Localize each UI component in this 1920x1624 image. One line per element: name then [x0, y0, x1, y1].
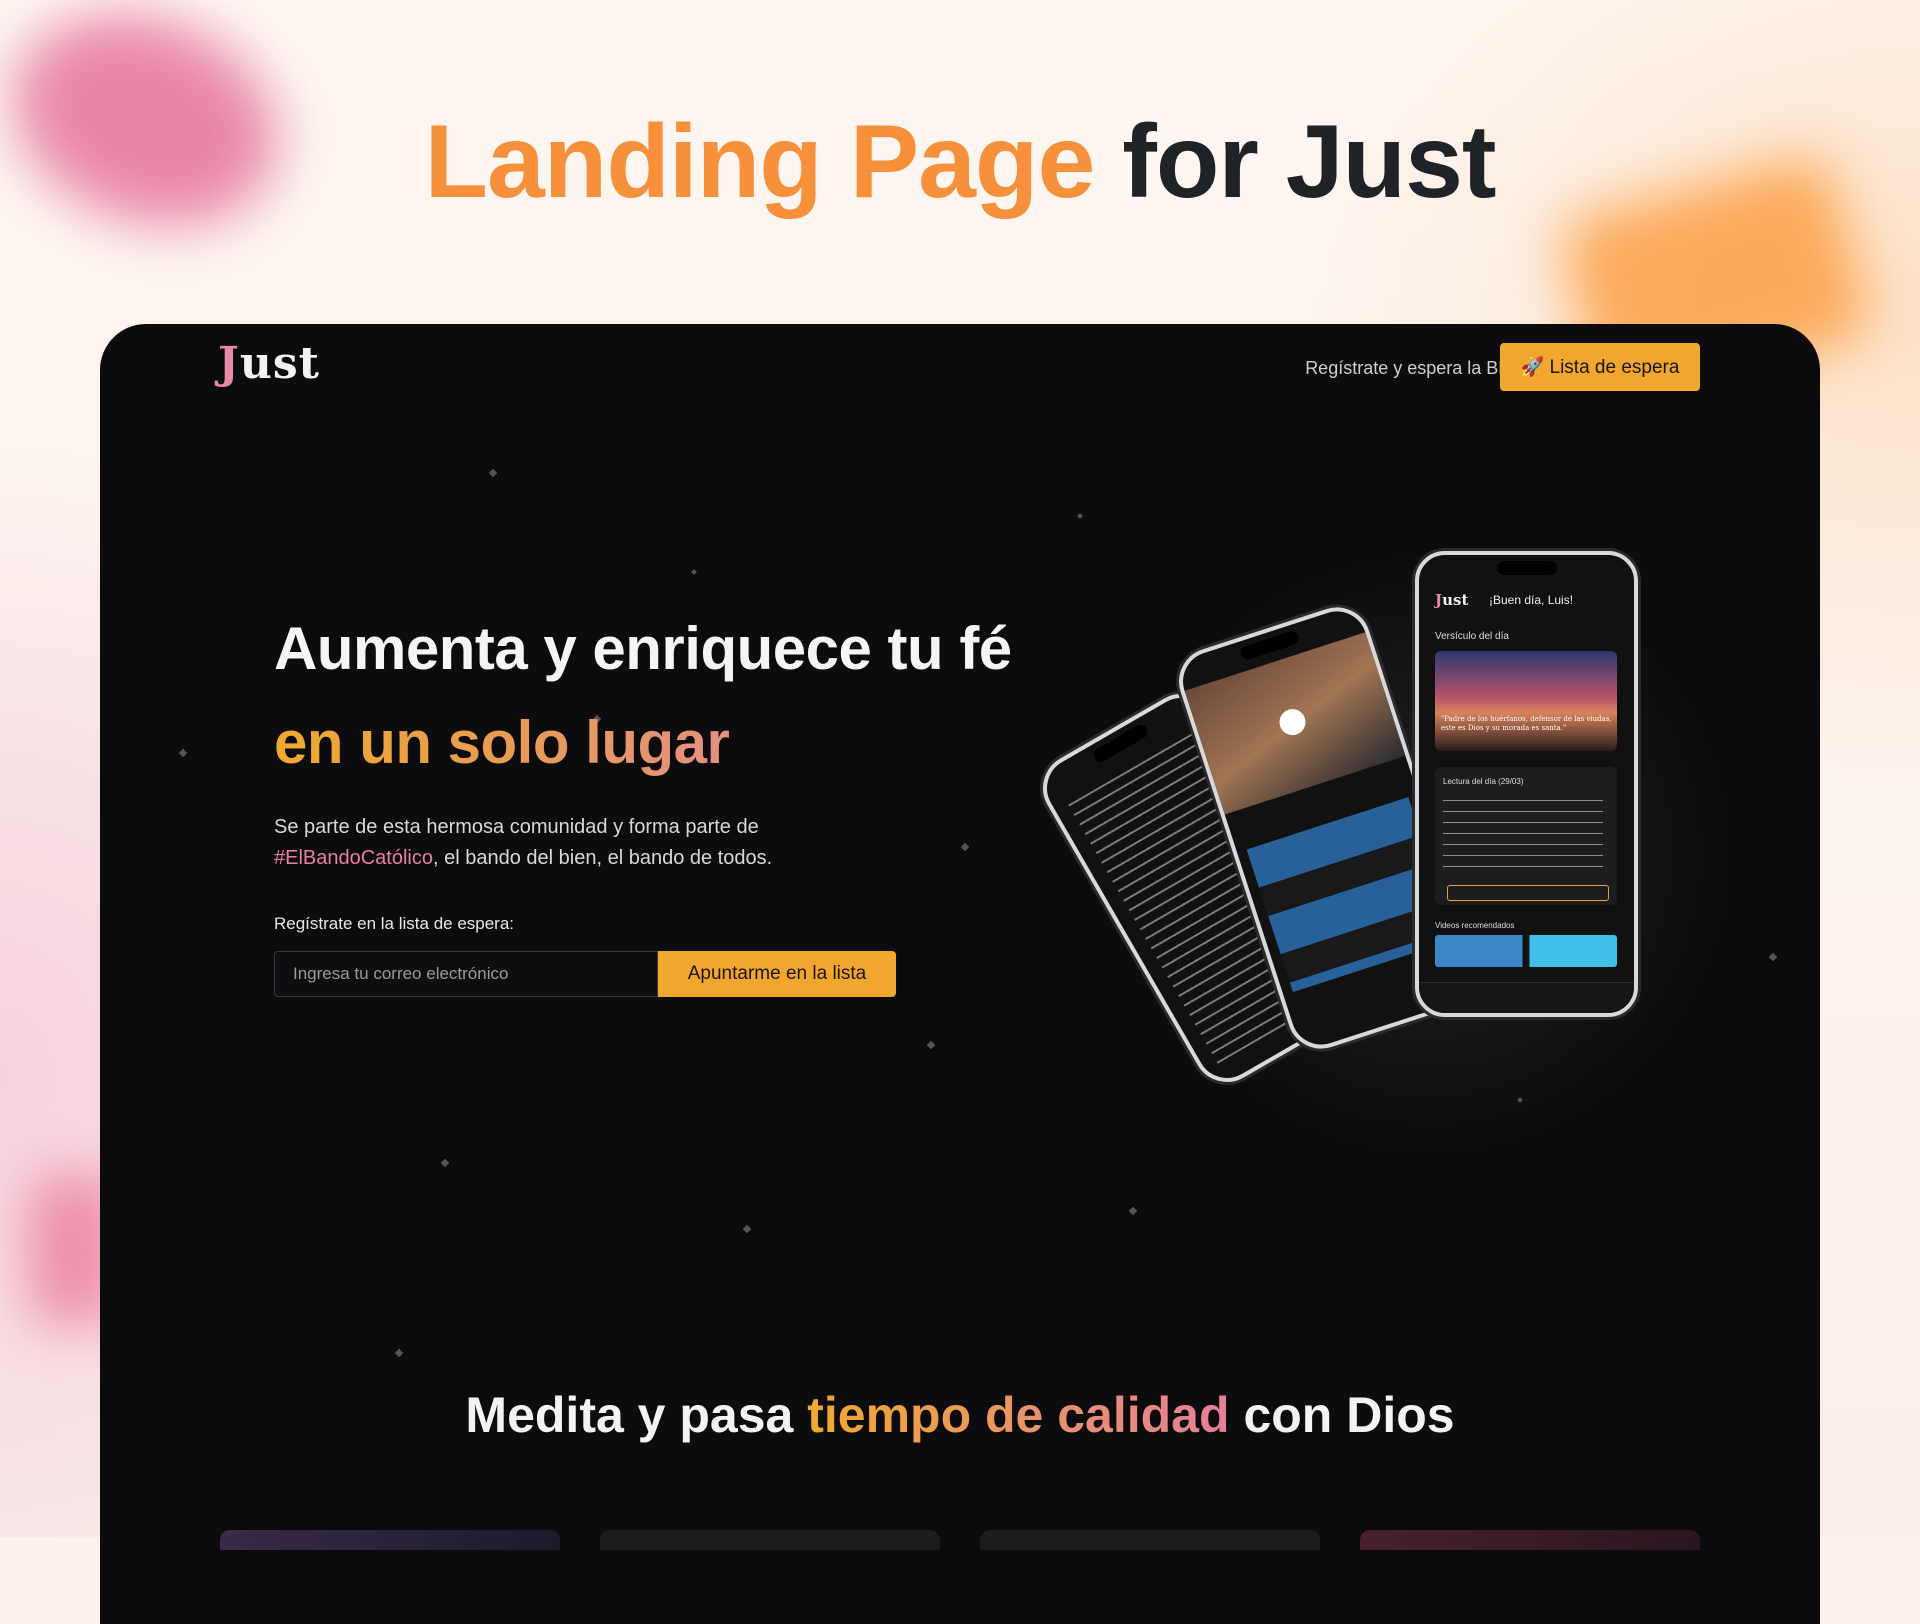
star-decoration	[742, 1224, 752, 1234]
star-decoration	[440, 1158, 450, 1168]
feature-card	[1360, 1530, 1700, 1550]
section-title: Medita y pasa tiempo de calidad con Dios	[100, 1386, 1820, 1444]
hero-description: Se parte de esta hermosa comunidad y for…	[274, 812, 914, 874]
verse-image	[1435, 651, 1617, 751]
section-title-part2: con Dios	[1229, 1387, 1455, 1443]
logo-rest: ust	[239, 338, 320, 389]
app-logo: Just	[1435, 591, 1469, 609]
hero-description-part1: Se parte de esta hermosa comunidad y for…	[274, 816, 759, 838]
feature-card	[220, 1530, 560, 1550]
feature-card	[600, 1530, 940, 1550]
star-decoration	[394, 1348, 404, 1358]
page-heading-rest: for Just	[1122, 104, 1496, 220]
star-decoration	[178, 748, 188, 758]
star-decoration	[691, 569, 697, 575]
star-decoration	[926, 1040, 936, 1050]
app-greeting: ¡Buen día, Luis!	[1489, 593, 1574, 607]
page-heading: Landing Page for Just	[0, 105, 1920, 219]
app-tab-bar	[1419, 982, 1634, 1013]
email-input[interactable]	[274, 951, 658, 997]
hero-description-part2: , el bando del bien, el bando de todos.	[433, 847, 773, 869]
star-decoration	[960, 842, 970, 852]
recommended-heading: Videos recomendados	[1435, 921, 1515, 930]
site-logo[interactable]: Just	[218, 338, 320, 389]
feature-card	[980, 1530, 1320, 1550]
section-title-highlight: tiempo de calidad	[807, 1387, 1230, 1443]
waitlist-form-label: Regístrate en la lista de espera:	[274, 914, 515, 933]
app-verse-heading: Versículo del día	[1435, 631, 1509, 642]
landing-page-frame: Just Regístrate y espera la BETA en la: …	[100, 324, 1820, 1624]
join-waitlist-button[interactable]: Apuntarme en la lista	[658, 951, 896, 997]
hashtag-link[interactable]: #ElBandoCatólico	[274, 847, 433, 869]
section-title-part1: Medita y pasa	[465, 1387, 808, 1443]
hero-title-line1: Aumenta y enriquece tu fé	[274, 615, 1012, 682]
recommended-thumbnails	[1435, 935, 1617, 967]
reading-heading: Lectura del día (29/03)	[1443, 777, 1524, 786]
read-full-button	[1447, 885, 1609, 901]
page-heading-accent: Landing Page	[424, 104, 1095, 220]
phone-mockup-home: Just ¡Buen día, Luis! Versículo del día …	[1415, 551, 1638, 1017]
hero-title-line2: en un solo lugar	[274, 709, 730, 776]
waitlist-nav-button[interactable]: 🚀 Lista de espera	[1500, 343, 1700, 391]
logo-first-letter: J	[218, 338, 240, 389]
star-decoration	[488, 468, 498, 478]
star-decoration	[1128, 1206, 1138, 1216]
verse-text: "Padre de los huérfanos, defensor de las…	[1441, 715, 1612, 733]
